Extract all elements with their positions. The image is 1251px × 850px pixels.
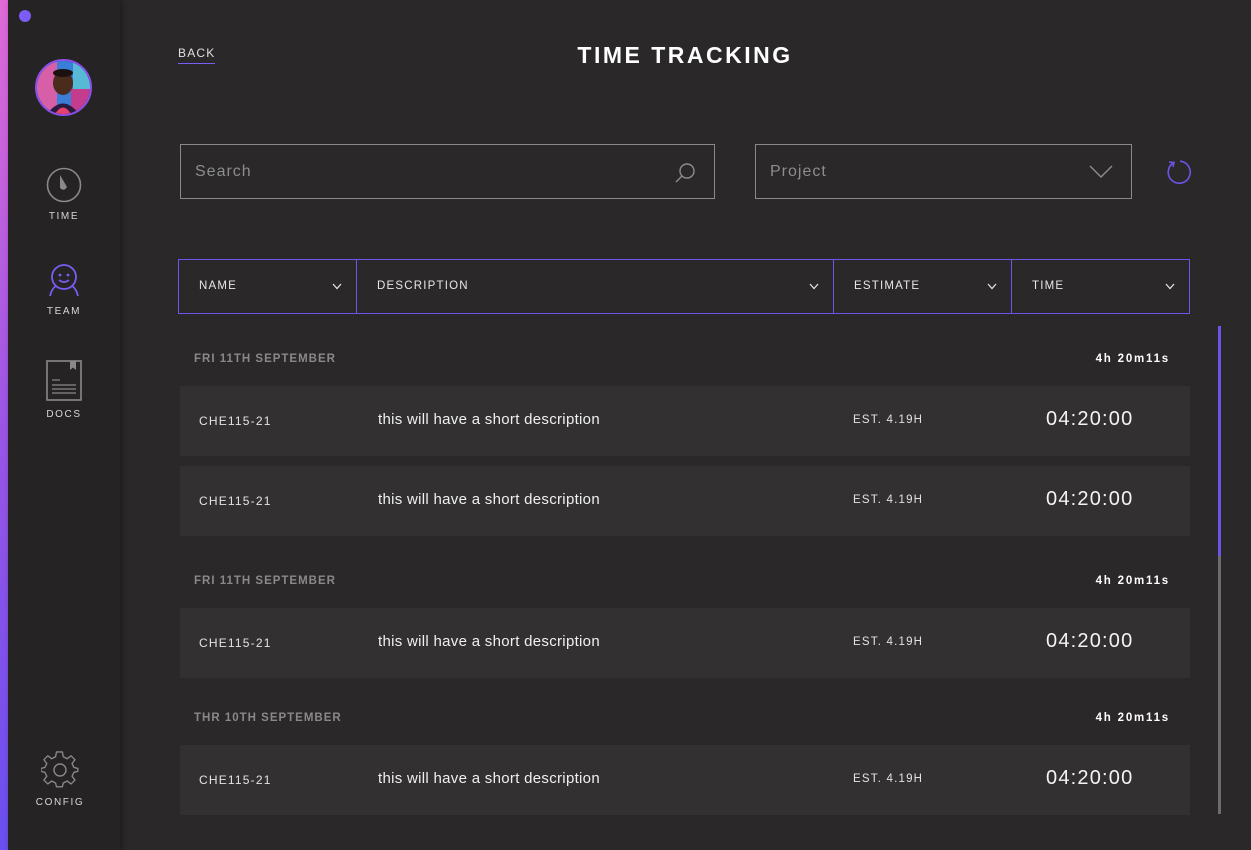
entry-time: 04:20:00 xyxy=(1046,408,1134,430)
column-header-label: ESTIMATE xyxy=(854,280,921,292)
project-dropdown[interactable]: Project xyxy=(755,144,1132,199)
entry-estimate: EST. 4.19H xyxy=(853,494,924,506)
nav-docs-label: DOCS xyxy=(46,409,82,420)
scrollbar-thumb[interactable] xyxy=(1218,326,1221,556)
gear-icon xyxy=(41,751,79,788)
team-smiley-icon xyxy=(49,264,79,297)
nav-config[interactable]: CONFIG xyxy=(4,751,116,808)
search-input[interactable] xyxy=(181,145,661,198)
entry-estimate: EST. 4.19H xyxy=(853,414,924,426)
entry-estimate: EST. 4.19H xyxy=(853,773,924,785)
entry-description: this will have a short description xyxy=(378,770,600,787)
chevron-down-icon xyxy=(1089,165,1113,178)
accent-strip xyxy=(0,0,8,850)
time-entry-row[interactable]: CHE115-21 this will have a short descrip… xyxy=(180,745,1190,815)
group-total: 4h 20m11s xyxy=(1095,575,1170,587)
column-header-label: DESCRIPTION xyxy=(377,280,469,292)
time-entry-row[interactable]: CHE115-21 this will have a short descrip… xyxy=(180,386,1190,456)
entry-time: 04:20:00 xyxy=(1046,767,1134,789)
column-header-time[interactable]: TIME xyxy=(1012,260,1189,313)
entry-description: this will have a short description xyxy=(378,633,600,650)
entry-name: CHE115-21 xyxy=(199,414,272,428)
project-dropdown-label: Project xyxy=(770,163,827,180)
entry-description: this will have a short description xyxy=(378,411,600,428)
entry-estimate: EST. 4.19H xyxy=(853,636,924,648)
page-title: TIME TRACKING xyxy=(577,42,793,68)
column-header-label: TIME xyxy=(1032,280,1065,292)
nav-docs[interactable]: DOCS xyxy=(8,360,120,420)
column-header-description[interactable]: DESCRIPTION xyxy=(357,260,834,313)
status-dot xyxy=(19,10,31,22)
time-entry-row[interactable]: CHE115-21 this will have a short descrip… xyxy=(180,466,1190,536)
chevron-down-icon xyxy=(1165,283,1175,290)
chevron-down-icon xyxy=(332,283,342,290)
column-header-label: NAME xyxy=(199,280,238,292)
search-icon[interactable] xyxy=(674,162,696,184)
group-date: FRI 11TH SEPTEMBER xyxy=(194,353,336,365)
nav-time-label: TIME xyxy=(48,211,80,222)
nav-time[interactable]: TIME xyxy=(8,167,120,222)
nav-team-label: TEAM xyxy=(46,306,82,317)
app-root: TIME TEAM DOCS CONFIG BACK TIME TRACKING… xyxy=(0,0,1251,850)
time-entry-row[interactable]: CHE115-21 this will have a short descrip… xyxy=(180,608,1190,678)
chevron-down-icon xyxy=(987,283,997,290)
entry-time: 04:20:00 xyxy=(1046,488,1134,510)
column-header-row: NAME DESCRIPTION ESTIMATE TIME xyxy=(178,259,1190,314)
date-group-header: THR 10TH SEPTEMBER 4h 20m11s xyxy=(180,712,1190,732)
date-group-header: FRI 11TH SEPTEMBER 4h 20m11s xyxy=(180,575,1190,595)
group-date: FRI 11TH SEPTEMBER xyxy=(194,575,336,587)
entry-name: CHE115-21 xyxy=(199,494,272,508)
stopwatch-icon xyxy=(46,167,82,203)
document-icon xyxy=(46,360,82,401)
time-entry-list: FRI 11TH SEPTEMBER 4h 20m11s CHE115-21 t… xyxy=(180,326,1190,826)
column-header-estimate[interactable]: ESTIMATE xyxy=(834,260,1012,313)
refresh-icon[interactable] xyxy=(1165,159,1191,185)
entry-time: 04:20:00 xyxy=(1046,630,1134,652)
entry-name: CHE115-21 xyxy=(199,773,272,787)
chevron-down-icon xyxy=(809,283,819,290)
search-box xyxy=(180,144,715,199)
list-scrollbar[interactable] xyxy=(1218,326,1221,814)
group-date: THR 10TH SEPTEMBER xyxy=(194,712,342,724)
sidebar: TIME TEAM DOCS CONFIG xyxy=(8,0,120,850)
entry-name: CHE115-21 xyxy=(199,636,272,650)
nav-config-label: CONFIG xyxy=(35,797,85,808)
date-group-header: FRI 11TH SEPTEMBER 4h 20m11s xyxy=(180,353,1190,373)
group-total: 4h 20m11s xyxy=(1095,712,1170,724)
group-total: 4h 20m11s xyxy=(1095,353,1170,365)
column-header-name[interactable]: NAME xyxy=(179,260,357,313)
entry-description: this will have a short description xyxy=(378,491,600,508)
nav-team[interactable]: TEAM xyxy=(8,262,120,317)
